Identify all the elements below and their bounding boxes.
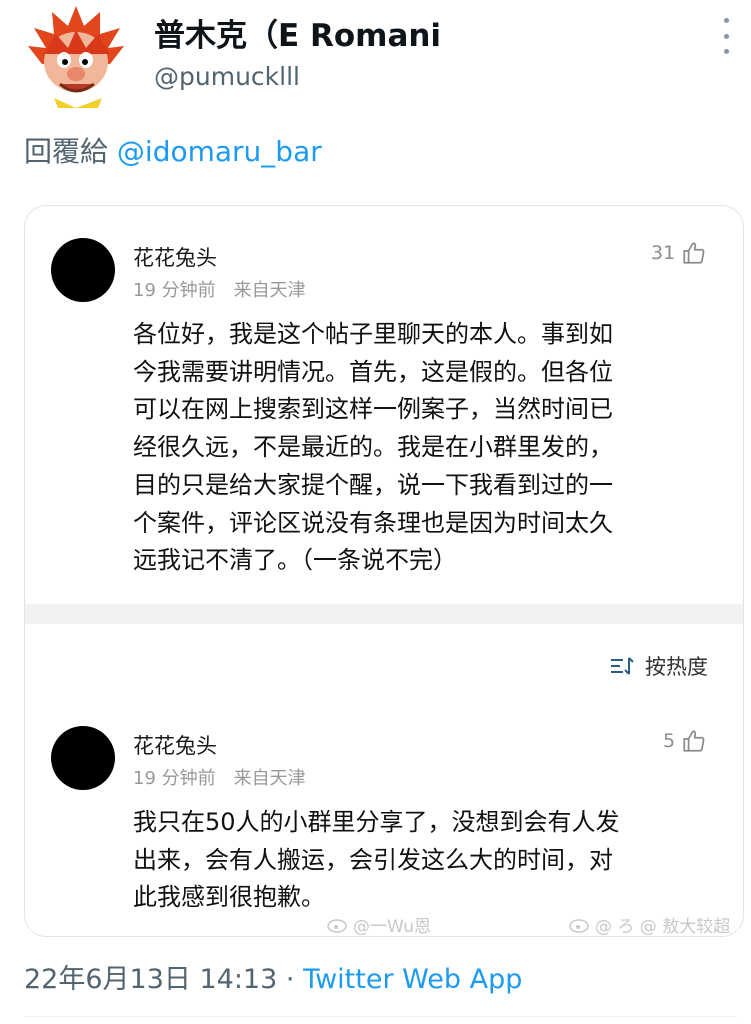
comment-line: 远我记不清了。（一条说不完） — [133, 546, 457, 575]
sort-control: 按热度 — [609, 651, 708, 681]
weibo-icon — [569, 918, 589, 933]
reply-mention-link[interactable]: @idomaru_bar — [117, 135, 322, 168]
comment-location: 来自天津 — [233, 768, 306, 789]
comment-line: 今我需要讲明情况。首先，这是假的。但各位 — [133, 357, 613, 386]
comment-line: 各位好，我是这个帖子里聊天的本人。事到如 — [133, 320, 613, 348]
separator: · — [285, 964, 295, 995]
comment-username: 花花兔头 — [133, 246, 217, 270]
comment-line: 我只在50人的小群里分享了，没想到会有人发 — [133, 808, 620, 836]
comment-line: 经很久远，不是最近的。我是在小群里发的， — [133, 433, 613, 462]
comment-avatar — [51, 238, 115, 302]
comment-meta: 19 分钟前 来自天津 — [133, 764, 306, 790]
thumbs-up-icon — [683, 242, 705, 264]
comment-like: 31 — [651, 240, 707, 266]
comment-text: 我只在50人的小群里分享了，没想到会有人发 出来，会有人搬运，会引发这么大的时间… — [133, 804, 733, 917]
comment-like: 5 — [663, 728, 707, 754]
comment-meta: 19 分钟前 来自天津 — [133, 276, 306, 302]
comment-avatar — [51, 726, 115, 790]
comment-line: 个案件，评论区说没有条理也是因为时间太久 — [133, 508, 613, 537]
watermark: @ ろ @ 敖大较超 — [569, 912, 731, 937]
author-handle[interactable]: @pumucklll — [154, 62, 300, 91]
comment-username: 花花兔头 — [133, 734, 217, 758]
comment-line: 出来，会有人搬运，会引发这么大的时间，对 — [133, 845, 613, 874]
section-divider — [25, 604, 743, 624]
tweet-date[interactable]: 22年6月13日 14:13 — [24, 964, 277, 995]
watermark: @一Wu恩 — [327, 912, 431, 937]
thumbs-up-icon — [683, 730, 705, 752]
divider — [24, 1016, 737, 1017]
sort-label: 按热度 — [645, 655, 708, 679]
comment-line: 可以在网上搜索到这样一例案子，当然时间已 — [133, 395, 613, 424]
watermark-text: @ ろ @ 敖大较超 — [595, 917, 731, 937]
client-link[interactable]: Twitter Web App — [303, 964, 522, 995]
comment-text: 各位好，我是这个帖子里聊天的本人。事到如 今我需要讲明情况。首先，这是假的。但各… — [133, 316, 733, 580]
tweet-timestamp-row: 22年6月13日 14:13 · Twitter Web App — [24, 957, 522, 996]
comment-time: 19 分钟前 — [133, 768, 216, 789]
like-count: 5 — [663, 730, 676, 752]
author-name[interactable]: 普木克（E Romani — [154, 10, 441, 55]
like-count: 31 — [651, 242, 676, 264]
sort-icon — [611, 657, 634, 675]
comment-location: 来自天津 — [233, 280, 306, 301]
more-dots-icon[interactable] — [716, 18, 736, 54]
reply-context: 回覆給 @idomaru_bar — [24, 130, 322, 170]
weibo-icon — [327, 918, 347, 933]
attached-image[interactable]: 花花兔头 19 分钟前 来自天津 31 各位好，我是这个帖子里聊天的本人。事到如 … — [24, 205, 744, 937]
comment-time: 19 分钟前 — [133, 280, 216, 301]
author-avatar[interactable] — [24, 4, 128, 108]
watermark-text: @一Wu恩 — [353, 917, 431, 937]
reply-prefix: 回覆給 — [24, 135, 109, 168]
comment-line: 目的只是给大家提个醒，说一下我看到过的一 — [133, 470, 613, 499]
